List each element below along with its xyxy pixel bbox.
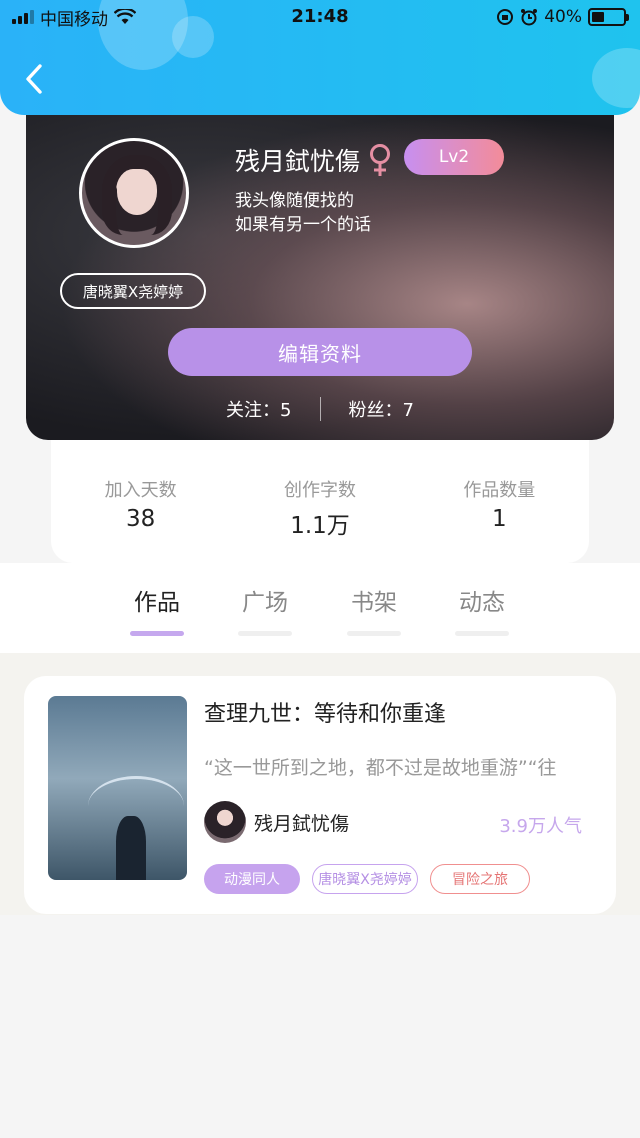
tab-label: 书架 — [351, 590, 397, 616]
tab-label: 广场 — [242, 590, 288, 616]
tab-indicator — [455, 631, 509, 636]
avatar[interactable] — [79, 138, 189, 248]
female-icon — [370, 144, 391, 176]
tab-activity[interactable]: 动态 — [437, 583, 527, 636]
following-count: 5 — [280, 400, 292, 421]
battery-icon — [588, 8, 629, 26]
alarm-icon — [521, 9, 538, 26]
stats-panel: 加入天数 38 创作字数 1.1万 作品数量 1 — [51, 440, 589, 563]
author-avatar — [204, 801, 246, 843]
tab-label: 作品 — [134, 590, 180, 616]
followers-count: 7 — [402, 400, 414, 421]
username: 残月鉽忧傷 — [235, 147, 361, 176]
top-header: 中国移动 21:48 40% — [0, 0, 640, 115]
edit-profile-button[interactable]: 编辑资料 — [168, 328, 472, 376]
tag[interactable]: 唐晓翼X尧婷婷 — [312, 864, 418, 894]
tab-square[interactable]: 广场 — [220, 583, 310, 636]
work-author[interactable]: 残月鉽忧傷 — [204, 801, 349, 843]
follow-stats: 关注：5 粉丝：7 — [26, 394, 614, 424]
tag-list: 动漫同人 唐晓翼X尧婷婷 冒险之旅 — [204, 864, 530, 894]
bio-line: 我头像随便找的 — [235, 191, 354, 211]
work-title[interactable]: 查理九世：等待和你重逢 — [204, 696, 446, 728]
stat-label: 创作字数 — [283, 480, 356, 501]
bio: 我头像随便找的 如果有另一个的话 — [235, 189, 371, 237]
battery-percent: 40% — [544, 7, 582, 27]
followers-link[interactable]: 粉丝：7 — [349, 396, 414, 422]
tab-bar: 作品 广场 书架 动态 — [0, 563, 640, 653]
stat-value: 1 — [491, 506, 507, 532]
following-label: 关注： — [226, 400, 281, 421]
work-description: “这一世所到之地，都不过是故地重游”“往 — [204, 757, 557, 779]
stat-value: 38 — [126, 506, 156, 532]
tab-label: 动态 — [459, 590, 505, 616]
wifi-icon — [114, 9, 136, 24]
level-badge: Lv2 — [404, 139, 504, 175]
profile-card: 唐晓翼X尧婷婷 残月鉽忧傷 Lv2 我头像随便找的 如果有另一个的话 编辑资料 … — [26, 100, 614, 440]
following-link[interactable]: 关注：5 — [226, 396, 291, 422]
tab-bookshelf[interactable]: 书架 — [329, 583, 419, 636]
tag[interactable]: 动漫同人 — [204, 864, 300, 894]
chevron-left-icon[interactable] — [22, 62, 46, 96]
tab-indicator — [238, 631, 292, 636]
tab-indicator — [130, 631, 184, 636]
stat-works-count: 作品数量 1 — [429, 476, 569, 563]
username-row: 残月鉽忧傷 — [235, 142, 392, 178]
bio-line: 如果有另一个的话 — [235, 215, 371, 235]
book-cover[interactable] — [48, 696, 187, 880]
orientation-lock-icon — [497, 9, 514, 25]
stat-join-days: 加入天数 38 — [71, 476, 211, 563]
author-name: 残月鉽忧傷 — [254, 812, 350, 835]
signal-icon — [12, 10, 34, 24]
stat-word-count: 创作字数 1.1万 — [250, 476, 390, 563]
status-bar: 中国移动 21:48 40% — [0, 0, 640, 34]
cp-badge[interactable]: 唐晓翼X尧婷婷 — [60, 273, 206, 309]
carrier-name: 中国移动 — [40, 9, 108, 30]
tab-works[interactable]: 作品 — [112, 583, 202, 636]
stat-label: 作品数量 — [463, 480, 536, 501]
stat-label: 加入天数 — [104, 480, 177, 501]
tag[interactable]: 冒险之旅 — [430, 864, 530, 894]
tab-indicator — [347, 631, 401, 636]
divider — [319, 397, 321, 421]
decor-bubble — [592, 48, 640, 108]
stat-value: 1.1万 — [290, 513, 350, 539]
popularity: 3.9万人气 — [499, 816, 582, 837]
followers-label: 粉丝： — [348, 400, 403, 421]
status-time: 21:48 — [291, 6, 349, 27]
work-card[interactable]: 查理九世：等待和你重逢 “这一世所到之地，都不过是故地重游”“往 残月鉽忧傷 3… — [24, 676, 616, 914]
